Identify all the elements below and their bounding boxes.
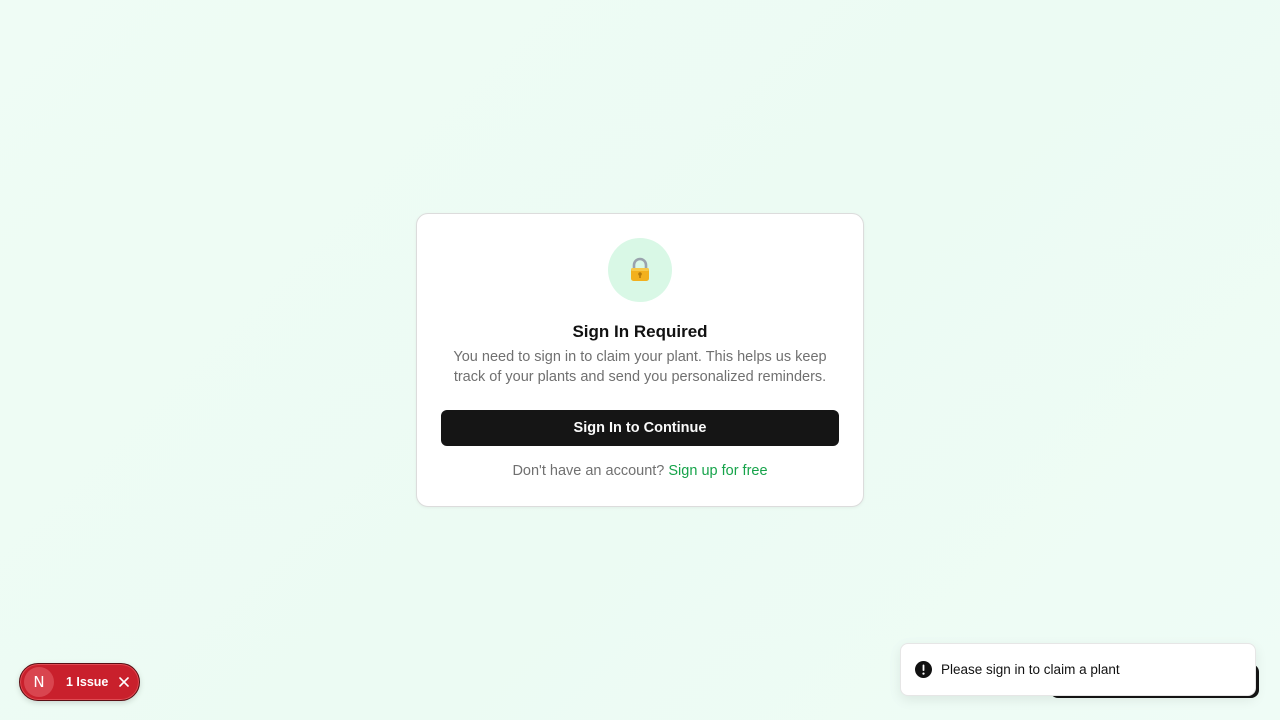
dev-issues-badge[interactable]: N 1 Issue xyxy=(19,663,140,701)
next-logo-icon[interactable]: N xyxy=(24,667,54,697)
issues-count-label[interactable]: 1 Issue xyxy=(66,675,108,689)
lock-icon xyxy=(631,257,649,281)
signup-link[interactable]: Sign up for free xyxy=(668,463,767,479)
card-description: You need to sign in to claim your plant.… xyxy=(453,349,827,385)
sign-in-card: Sign In Required You need to sign in to … xyxy=(416,213,864,507)
toast-message: Please sign in to claim a plant xyxy=(941,662,1120,677)
toast-notification: Please sign in to claim a plant xyxy=(900,643,1256,696)
close-icon[interactable] xyxy=(116,674,132,690)
signup-prompt-text: Don't have an account? xyxy=(512,463,665,479)
alert-circle-icon xyxy=(915,661,932,678)
card-title: Sign In Required xyxy=(572,322,708,341)
signup-prompt: Don't have an account? Sign up for free xyxy=(417,463,863,479)
lock-badge xyxy=(608,238,672,302)
sign-in-button[interactable]: Sign In to Continue xyxy=(441,410,839,446)
